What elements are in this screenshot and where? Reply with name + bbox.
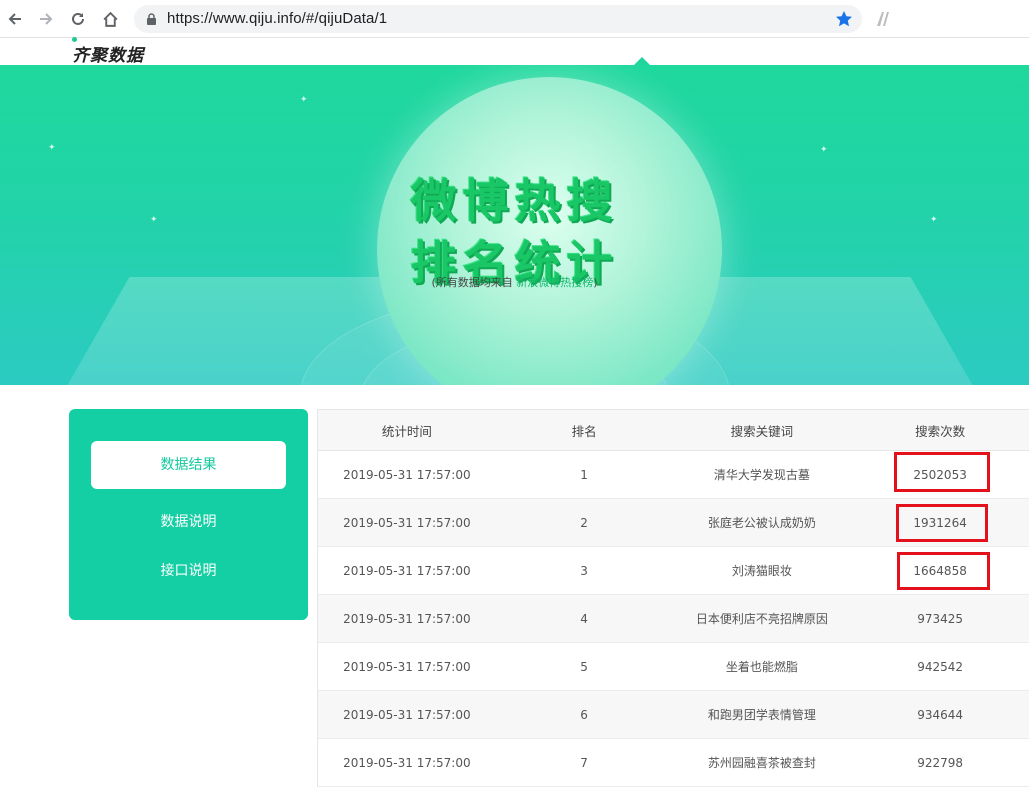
cell-rank: 7 [580,755,588,770]
nav-caret [634,57,650,65]
header-stat-time: 统计时间 [381,423,432,439]
cell-keyword: 刘涛猫眼妆 [731,564,792,578]
arrow-right-icon [40,13,53,25]
cell-time: 2019-05-31 17:57:00 [343,707,471,722]
cell-keyword: 日本便利店不亮招牌原因 [695,612,828,626]
site-logo[interactable]: 齐聚数据 [72,41,144,66]
cell-keyword: 苏州园融喜茶被查封 [707,756,816,770]
cell-count: 973425 [917,611,964,626]
bookmark-star-icon[interactable] [834,9,854,29]
url-text: https://www.qiju.info/#/qijuData/1 [167,10,388,27]
cell-rank: 2 [580,515,588,530]
cell-rank: 3 [580,563,588,578]
table-row: 2019-05-31 17:57:00 4 日本便利店不亮招牌原因 973425 [318,595,1029,643]
sidebar-item-api-description[interactable]: 接口说明 [91,547,286,595]
site-header: 齐聚数据 [0,37,1029,66]
cell-rank: 6 [580,707,588,722]
highlight-box-rank1 [894,452,990,492]
cell-time: 2019-05-31 17:57:00 [343,467,471,482]
cell-time: 2019-05-31 17:57:00 [343,611,471,626]
browser-toolbar: https://www.qiju.info/#/qijuData/1 [0,0,1029,38]
cell-count: 942542 [917,659,964,674]
lock-icon [147,13,156,25]
home-button[interactable] [99,8,121,30]
back-button[interactable] [4,8,26,30]
cell-keyword: 和跑男团学表情管理 [707,708,816,722]
address-bar[interactable]: https://www.qiju.info/#/qijuData/1 [134,5,862,33]
cell-keyword: 清华大学发现古墓 [713,468,810,482]
header-search-count: 搜索次数 [915,423,966,439]
cell-time: 2019-05-31 17:57:00 [343,563,471,578]
reload-button[interactable] [67,8,89,30]
cell-keyword: 坐着也能燃脂 [725,660,798,674]
table-row: 2019-05-31 17:57:00 6 和跑男团学表情管理 934644 [318,691,1029,739]
sparkle-icon: ✦ [300,95,308,105]
subtitle-prefix: (所有数据均来自 [431,276,513,289]
cell-keyword: 张庭老公被认成奶奶 [707,516,816,530]
sparkle-icon: ✦ [48,143,56,153]
table-row: 2019-05-31 17:57:00 7 苏州园融喜茶被查封 922798 [318,739,1029,787]
reload-icon [72,12,84,25]
cell-time: 2019-05-31 17:57:00 [343,755,471,770]
cell-count: 934644 [917,707,964,722]
subtitle-suffix: ) [593,276,598,289]
header-keyword: 搜索关键词 [730,423,794,439]
forward-button[interactable] [35,8,57,30]
cell-rank: 1 [580,467,588,482]
banner-title-line1: 微博热搜 [410,174,619,228]
cell-time: 2019-05-31 17:57:00 [343,515,471,530]
arrow-left-icon [8,13,21,25]
header-rank: 排名 [571,423,597,439]
table-row: 2019-05-31 17:57:00 5 坐着也能燃脂 942542 [318,643,1029,691]
cell-rank: 4 [580,611,588,626]
subtitle-source-link[interactable]: 新浪微博热搜榜 [516,276,593,289]
extension-icon[interactable] [874,9,894,29]
sidebar-item-data-description[interactable]: 数据说明 [91,498,286,546]
cell-time: 2019-05-31 17:57:00 [343,659,471,674]
highlight-box-rank2 [896,504,988,542]
highlight-box-rank3 [897,552,990,590]
cell-rank: 5 [580,659,588,674]
banner-subtitle: (所有数据均来自 新浪微博热搜榜) [0,274,1029,290]
sidebar-menu: 数据结果 数据说明 接口说明 [69,409,308,620]
table-header-row: 统计时间 排名 搜索关键词 搜索次数 [318,410,1029,451]
home-icon [102,11,118,27]
cell-count: 922798 [917,755,964,770]
sparkle-icon: ✦ [820,145,828,155]
sidebar-item-data-results[interactable]: 数据结果 [91,441,286,489]
hero-banner: ✦ ✦ ✦ ✦ ✦ 微博热搜 排名统计 (所有数据均来自 新浪微博热搜榜) [0,65,1029,385]
